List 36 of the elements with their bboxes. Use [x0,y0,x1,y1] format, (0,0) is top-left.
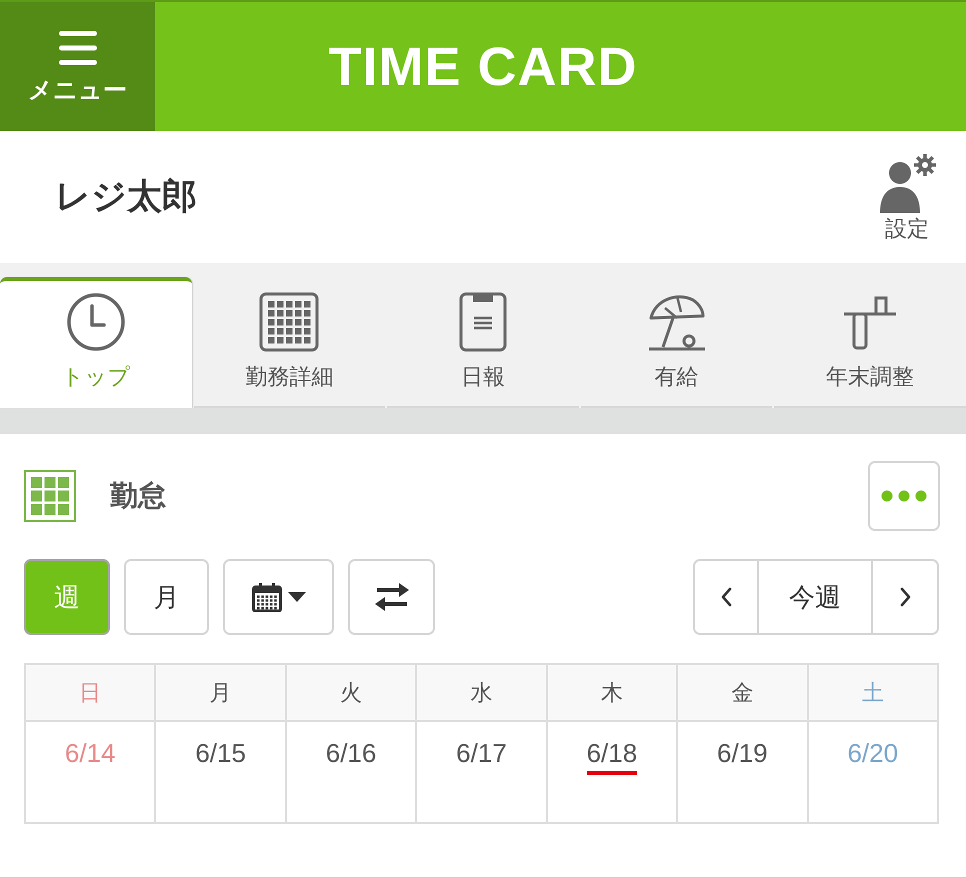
calendar-icon [252,582,282,612]
next-button[interactable] [873,559,939,635]
current-period-button[interactable]: 今週 [759,559,873,635]
user-name: レジ太郎 [55,176,197,218]
grid-icon [24,470,76,522]
menu-button[interactable]: メニュー [0,2,155,131]
weekday-cell: 火 [286,664,416,721]
weekday-cell: 土 [808,664,938,721]
date-text: 6/14 [64,739,116,770]
more-icon [881,490,927,502]
grid-icon [259,292,320,352]
date-text: 6/20 [847,739,898,770]
settings-button[interactable]: 設定 [876,152,938,242]
date-text: 6/15 [195,739,246,770]
section-title: 勤怠 [110,479,166,513]
clock-icon [66,292,126,352]
caret-icon [288,592,306,602]
chevron-right-icon [898,587,912,607]
date-text: 6/18 [586,739,638,775]
chevron-left-icon [720,587,732,607]
weekday-cell: 金 [677,664,808,721]
date-text: 6/17 [456,739,507,770]
app-title: TIME CARD [328,40,638,94]
weekday-cell: 木 [546,664,678,721]
weekday-cell: 月 [155,664,286,721]
more-button[interactable] [868,461,940,531]
calendar-dropdown-button[interactable] [223,559,334,635]
swap-button[interactable] [348,559,435,635]
weekday-cell: 日 [25,664,156,721]
date-text: 6/19 [717,739,768,770]
weekday-cell: 水 [416,664,547,721]
swap-arrows-icon [374,583,408,611]
previous-button[interactable] [693,559,759,635]
menu-icon [58,30,96,64]
view-button[interactable]: 月 [124,559,209,635]
date-text: 6/16 [326,739,376,770]
